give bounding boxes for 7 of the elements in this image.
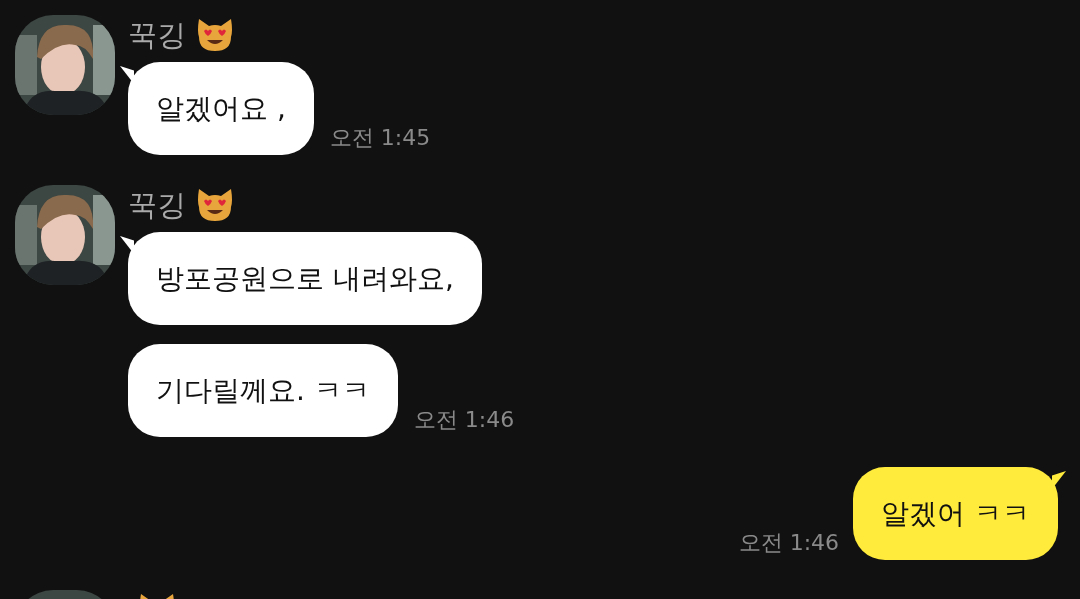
sender-name: 꾹깅 [128,187,186,224]
sender-name: 꾹깅 [128,17,186,54]
message-time: 오전 1:45 [329,124,431,152]
heart-eyes-cat-icon [196,187,234,223]
message-time: 오전 1:46 [413,406,515,434]
message-time: 오전 1:46 [738,529,840,557]
heart-eyes-cat-icon [196,17,234,53]
